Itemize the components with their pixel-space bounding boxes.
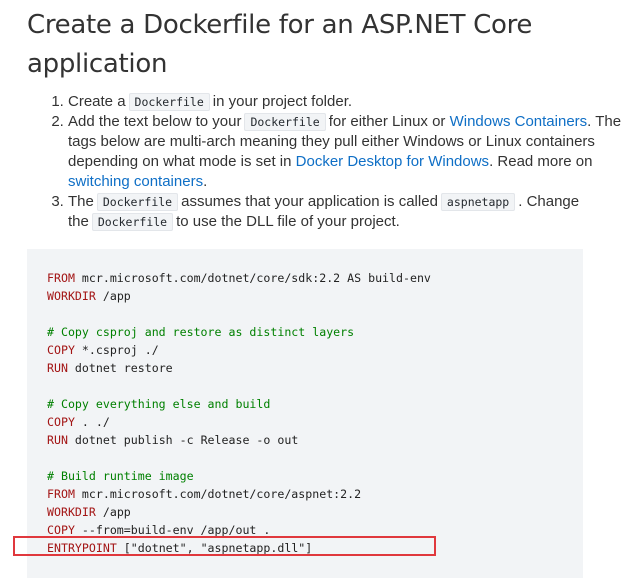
inline-code-dockerfile: Dockerfile <box>91 213 174 231</box>
code-line: COPY *.csproj ./ <box>47 343 159 357</box>
inline-code-dockerfile: Dockerfile <box>96 193 179 211</box>
code-comment: # Build runtime image <box>47 469 194 483</box>
page-title: Create a Dockerfile for an ASP.NET Core … <box>27 10 533 79</box>
dockerfile-code-block[interactable]: FROM mcr.microsoft.com/dotnet/core/sdk:2… <box>27 249 583 578</box>
switching-containers-link[interactable]: switching containers <box>68 173 203 190</box>
inline-code-dockerfile: Dockerfile <box>244 113 326 131</box>
code-line: COPY --from=build-env /app/out . <box>47 523 271 537</box>
step-3: TheDockerfileassumes that your applicati… <box>68 192 628 232</box>
inline-code-aspnetapp: aspnetapp <box>440 193 516 211</box>
step-2: Add the text below to yourDockerfilefor … <box>68 112 628 192</box>
code-line: RUN dotnet publish -c Release -o out <box>47 433 299 447</box>
code-content: FROM mcr.microsoft.com/dotnet/core/sdk:2… <box>47 269 431 557</box>
steps-list: Create aDockerfilein your project folder… <box>38 92 628 232</box>
code-line: FROM mcr.microsoft.com/dotnet/core/aspne… <box>47 487 362 501</box>
code-line: RUN dotnet restore <box>47 361 173 375</box>
step-1: Create aDockerfilein your project folder… <box>68 92 628 112</box>
code-line: COPY . ./ <box>47 415 110 429</box>
code-line-entrypoint: ENTRYPOINT ["dotnet", "aspnetapp.dll"] <box>47 541 313 555</box>
code-line: FROM mcr.microsoft.com/dotnet/core/sdk:2… <box>47 271 431 285</box>
code-comment: # Copy csproj and restore as distinct la… <box>47 325 355 339</box>
code-line: WORKDIR /app <box>47 505 131 519</box>
windows-containers-link[interactable]: Windows Containers <box>450 113 588 130</box>
inline-code-dockerfile: Dockerfile <box>128 93 210 111</box>
code-comment: # Copy everything else and build <box>47 397 271 411</box>
code-line: WORKDIR /app <box>47 289 131 303</box>
docker-desktop-link[interactable]: Docker Desktop for Windows <box>296 153 489 170</box>
